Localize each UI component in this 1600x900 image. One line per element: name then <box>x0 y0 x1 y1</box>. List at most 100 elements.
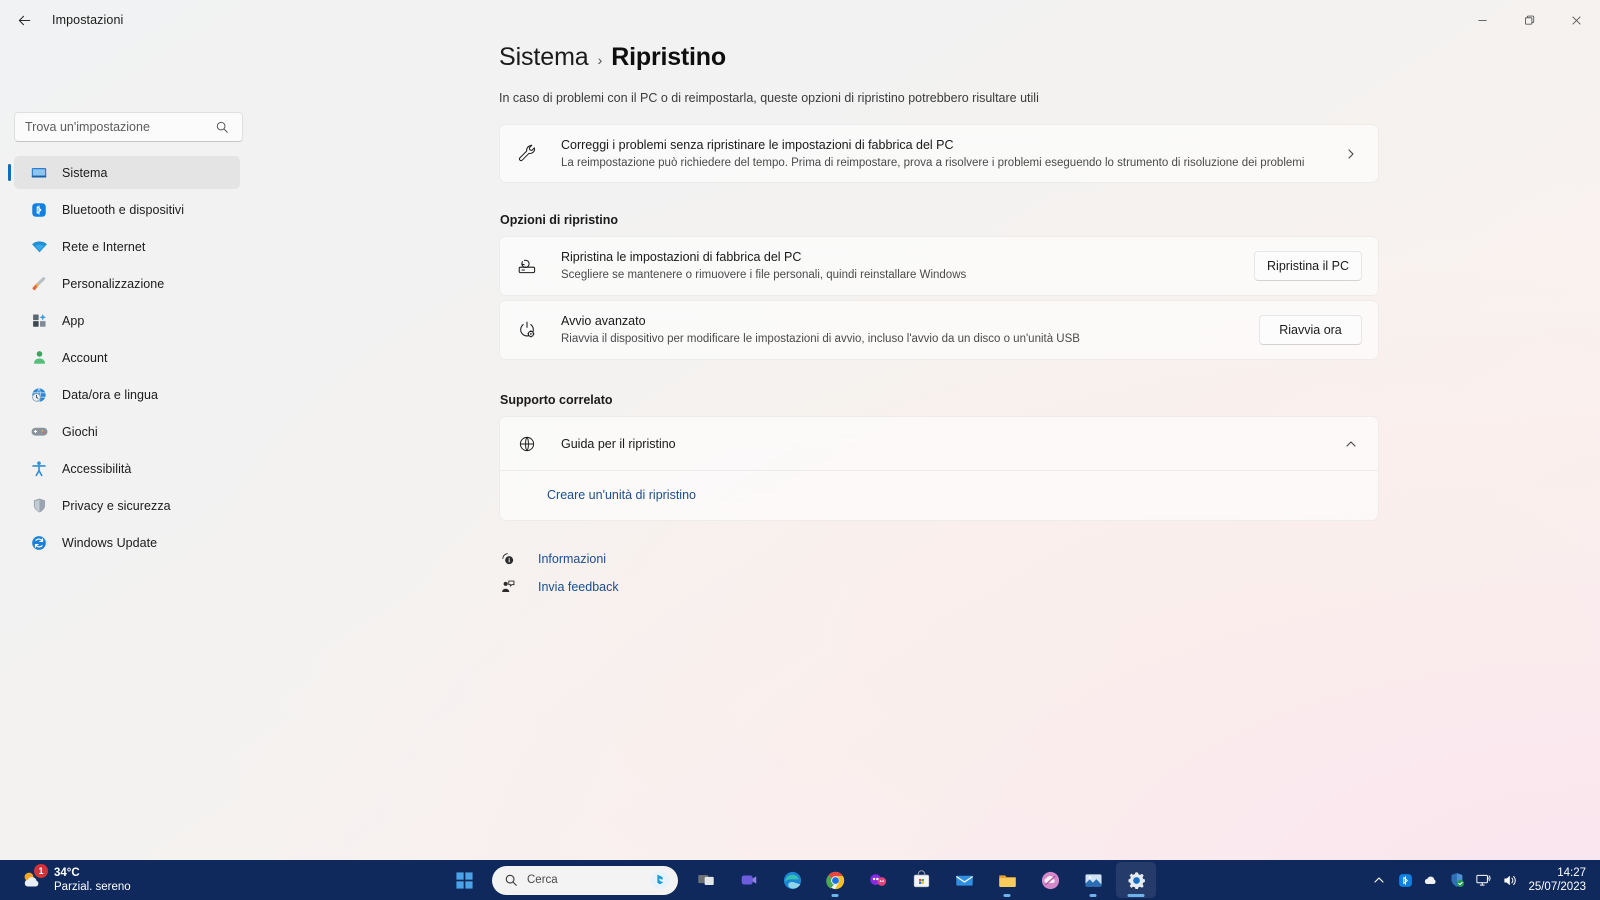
weather-temperature: 34°C <box>54 866 80 879</box>
clock-time: 14:27 <box>1557 867 1586 879</box>
sidebar-item-windows-update[interactable]: Windows Update <box>14 526 240 559</box>
network-tray-icon[interactable] <box>1470 865 1496 895</box>
bluetooth-icon <box>28 199 50 221</box>
sidebar-item-app[interactable]: App <box>14 304 240 337</box>
sidebar-item-personalizzazione[interactable]: Personalizzazione <box>14 267 240 300</box>
sidebar-item-label: Bluetooth e dispositivi <box>62 202 185 217</box>
chevron-up-icon[interactable] <box>1340 438 1362 450</box>
maximize-button[interactable] <box>1506 0 1553 40</box>
gamepad-icon <box>28 421 50 443</box>
chevron-right-icon[interactable] <box>1340 148 1362 160</box>
reset-pc-title: Ripristina le impostazioni di fabbrica d… <box>561 250 802 264</box>
apps-icon <box>28 310 50 332</box>
reset-pc-row[interactable]: Ripristina le impostazioni di fabbrica d… <box>500 237 1378 295</box>
running-indicator <box>1089 894 1097 897</box>
sidebar-item-bluetooth-e-dispositivi[interactable]: Bluetooth e dispositivi <box>14 193 240 226</box>
title-bar: Impostazioni <box>0 0 1600 40</box>
clock-globe-icon <box>28 384 50 406</box>
support-expander-title: Guida per il ripristino <box>561 436 676 451</box>
bluetooth-tray-icon[interactable] <box>1392 865 1418 895</box>
feedback-link-label[interactable]: Invia feedback <box>538 580 619 594</box>
recovery-section-heading: Opzioni di ripristino <box>500 213 619 227</box>
shield-icon <box>28 495 50 517</box>
feedback-link-row[interactable]: Invia feedback <box>499 579 1379 595</box>
sidebar-item-accessibilita[interactable]: Accessibilità <box>14 452 240 485</box>
info-help-icon <box>499 551 517 567</box>
sidebar-item-sistema[interactable]: Sistema <box>8 156 240 189</box>
paintbrush-icon <box>28 273 50 295</box>
info-link-label[interactable]: Informazioni <box>538 552 606 566</box>
photos-icon <box>1084 873 1102 887</box>
start-button[interactable] <box>444 862 484 898</box>
advanced-startup-card: Avvio avanzato Riavvia il dispositivo pe… <box>499 300 1379 360</box>
security-tray-icon[interactable] <box>1444 865 1470 895</box>
chrome-button[interactable] <box>815 862 855 898</box>
sidebar: Sistema Bluetooth e dispositivi Rete e I… <box>0 40 250 860</box>
search-icon <box>216 121 228 133</box>
restart-now-button[interactable]: Riavvia ora <box>1259 315 1362 345</box>
file-explorer-button[interactable] <box>987 862 1027 898</box>
reset-pc-subtitle: Scegliere se mantenere o rimuovere i fil… <box>561 269 967 281</box>
search-input[interactable] <box>14 112 243 142</box>
feedback-icon <box>499 579 517 595</box>
back-arrow-icon <box>18 15 30 25</box>
taskbar-search[interactable]: Cerca <box>492 865 678 895</box>
create-recovery-drive-link[interactable]: Creare un'unità di ripristino <box>547 488 696 502</box>
minimize-button[interactable] <box>1459 0 1506 40</box>
mail-button[interactable] <box>944 862 984 898</box>
sidebar-item-giochi[interactable]: Giochi <box>14 415 240 448</box>
bing-chat-icon[interactable] <box>650 870 670 890</box>
update-icon <box>28 532 50 554</box>
sidebar-item-privacy-e-sicurezza[interactable]: Privacy e sicurezza <box>14 489 240 522</box>
advanced-startup-row[interactable]: Avvio avanzato Riavvia il dispositivo pe… <box>500 301 1378 359</box>
messenger-icon <box>869 873 886 886</box>
onedrive-tray-icon[interactable] <box>1418 865 1444 895</box>
teams-button[interactable] <box>729 862 769 898</box>
photos-button[interactable] <box>1073 862 1113 898</box>
settings-gear-icon <box>1127 871 1145 889</box>
search-icon-wrap <box>215 112 229 142</box>
back-button[interactable] <box>6 5 42 35</box>
breadcrumb-parent[interactable]: Sistema <box>499 43 589 72</box>
sidebar-item-data-ora-e-lingua[interactable]: Data/ora e lingua <box>14 378 240 411</box>
task-view-icon <box>698 875 714 885</box>
sidebar-item-label: Data/ora e lingua <box>62 387 159 402</box>
edge-button[interactable] <box>772 862 812 898</box>
troubleshoot-subtitle: La reimpostazione può richiedere del tem… <box>561 156 1305 169</box>
sidebar-item-label: Privacy e sicurezza <box>62 498 171 513</box>
close-button[interactable] <box>1553 0 1600 40</box>
task-view-button[interactable] <box>686 862 726 898</box>
weather-widget[interactable]: 1 34°C Parzial. sereno <box>19 864 131 894</box>
info-link-row[interactable]: Informazioni <box>499 551 1379 567</box>
troubleshoot-card[interactable]: Correggi i problemi senza ripristinare l… <box>499 124 1379 183</box>
sidebar-item-label: Account <box>62 350 108 365</box>
sidebar-item-rete-e-internet[interactable]: Rete e Internet <box>14 230 240 263</box>
sidebar-item-label: Rete e Internet <box>62 239 146 254</box>
volume-tray-icon[interactable] <box>1496 865 1522 895</box>
weather-badge: 1 <box>34 864 48 878</box>
onedrive-app-icon <box>1041 871 1059 889</box>
messenger-button[interactable] <box>858 862 898 898</box>
settings-button[interactable] <box>1116 862 1156 898</box>
accessibility-icon <box>28 458 50 480</box>
windows-start-icon <box>455 871 473 889</box>
window-controls <box>1459 0 1600 40</box>
troubleshoot-row[interactable]: Correggi i problemi senza ripristinare l… <box>500 125 1378 182</box>
globe-icon <box>515 434 539 454</box>
system-tray: 14:27 25/07/2023 <box>1366 860 1600 900</box>
onedrive-button[interactable] <box>1030 862 1070 898</box>
microsoft-store-button[interactable] <box>901 862 941 898</box>
tray-overflow-button[interactable] <box>1366 865 1392 895</box>
page-title: Ripristino <box>611 43 726 71</box>
reset-pc-card: Ripristina le impostazioni di fabbrica d… <box>499 236 1379 296</box>
reset-pc-button[interactable]: Ripristina il PC <box>1254 251 1362 281</box>
monitor-icon <box>28 162 50 184</box>
clock[interactable]: 14:27 25/07/2023 <box>1528 866 1586 894</box>
support-expander-body: Creare un'unità di ripristino <box>500 471 1378 520</box>
sidebar-item-label: Sistema <box>62 165 108 180</box>
advanced-startup-subtitle: Riavvia il dispositivo per modificare le… <box>561 333 1080 345</box>
support-expander-header[interactable]: Guida per il ripristino <box>500 417 1378 470</box>
support-section-heading: Supporto correlato <box>500 393 613 407</box>
sidebar-item-label: Giochi <box>62 424 98 439</box>
sidebar-item-account[interactable]: Account <box>14 341 240 374</box>
